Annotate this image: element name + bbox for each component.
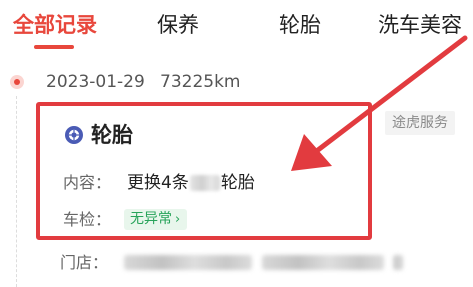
content-suffix: 轮胎 (220, 173, 255, 193)
inspection-status-text: 无异常 (130, 211, 172, 227)
redacted-tire-brand (189, 175, 220, 191)
record-tabs: 全部记录 保养 轮胎 洗车美容 (0, 0, 473, 56)
tab-tires[interactable]: 轮胎 (279, 10, 321, 40)
tab-car-wash-beauty[interactable]: 洗车美容 (378, 10, 462, 40)
active-tab-indicator (34, 45, 74, 49)
chevron-right-icon: › (175, 212, 181, 227)
record-mileage: 73225km (160, 72, 241, 92)
redacted-store-address (262, 255, 384, 270)
inspection-label: 车检： (63, 210, 112, 229)
record-card[interactable]: 轮胎 内容： 更换4条 轮胎 车检： 无异常 › (36, 102, 372, 240)
maintenance-records-page: 全部记录 保养 轮胎 洗车美容 2023-01-29 73225km 途虎服务 … (0, 0, 473, 287)
timeline-line (16, 96, 18, 287)
tab-all-records[interactable]: 全部记录 (13, 10, 97, 40)
service-source-tag: 途虎服务 (385, 111, 455, 135)
content-label: 内容： (63, 173, 112, 192)
record-title: 轮胎 (91, 123, 133, 147)
redacted-store-extra (393, 255, 403, 270)
redacted-store-name (124, 255, 252, 270)
tab-maintenance[interactable]: 保养 (157, 10, 199, 40)
timeline-dot-center (14, 79, 20, 85)
tire-icon (65, 126, 83, 144)
timeline-dot (10, 75, 24, 89)
content-prefix: 更换4条 (127, 173, 189, 193)
record-date: 2023-01-29 (46, 72, 145, 92)
store-label: 门店： (60, 253, 109, 272)
content-value: 更换4条 轮胎 (127, 172, 255, 194)
inspection-status-badge[interactable]: 无异常 › (124, 209, 188, 230)
